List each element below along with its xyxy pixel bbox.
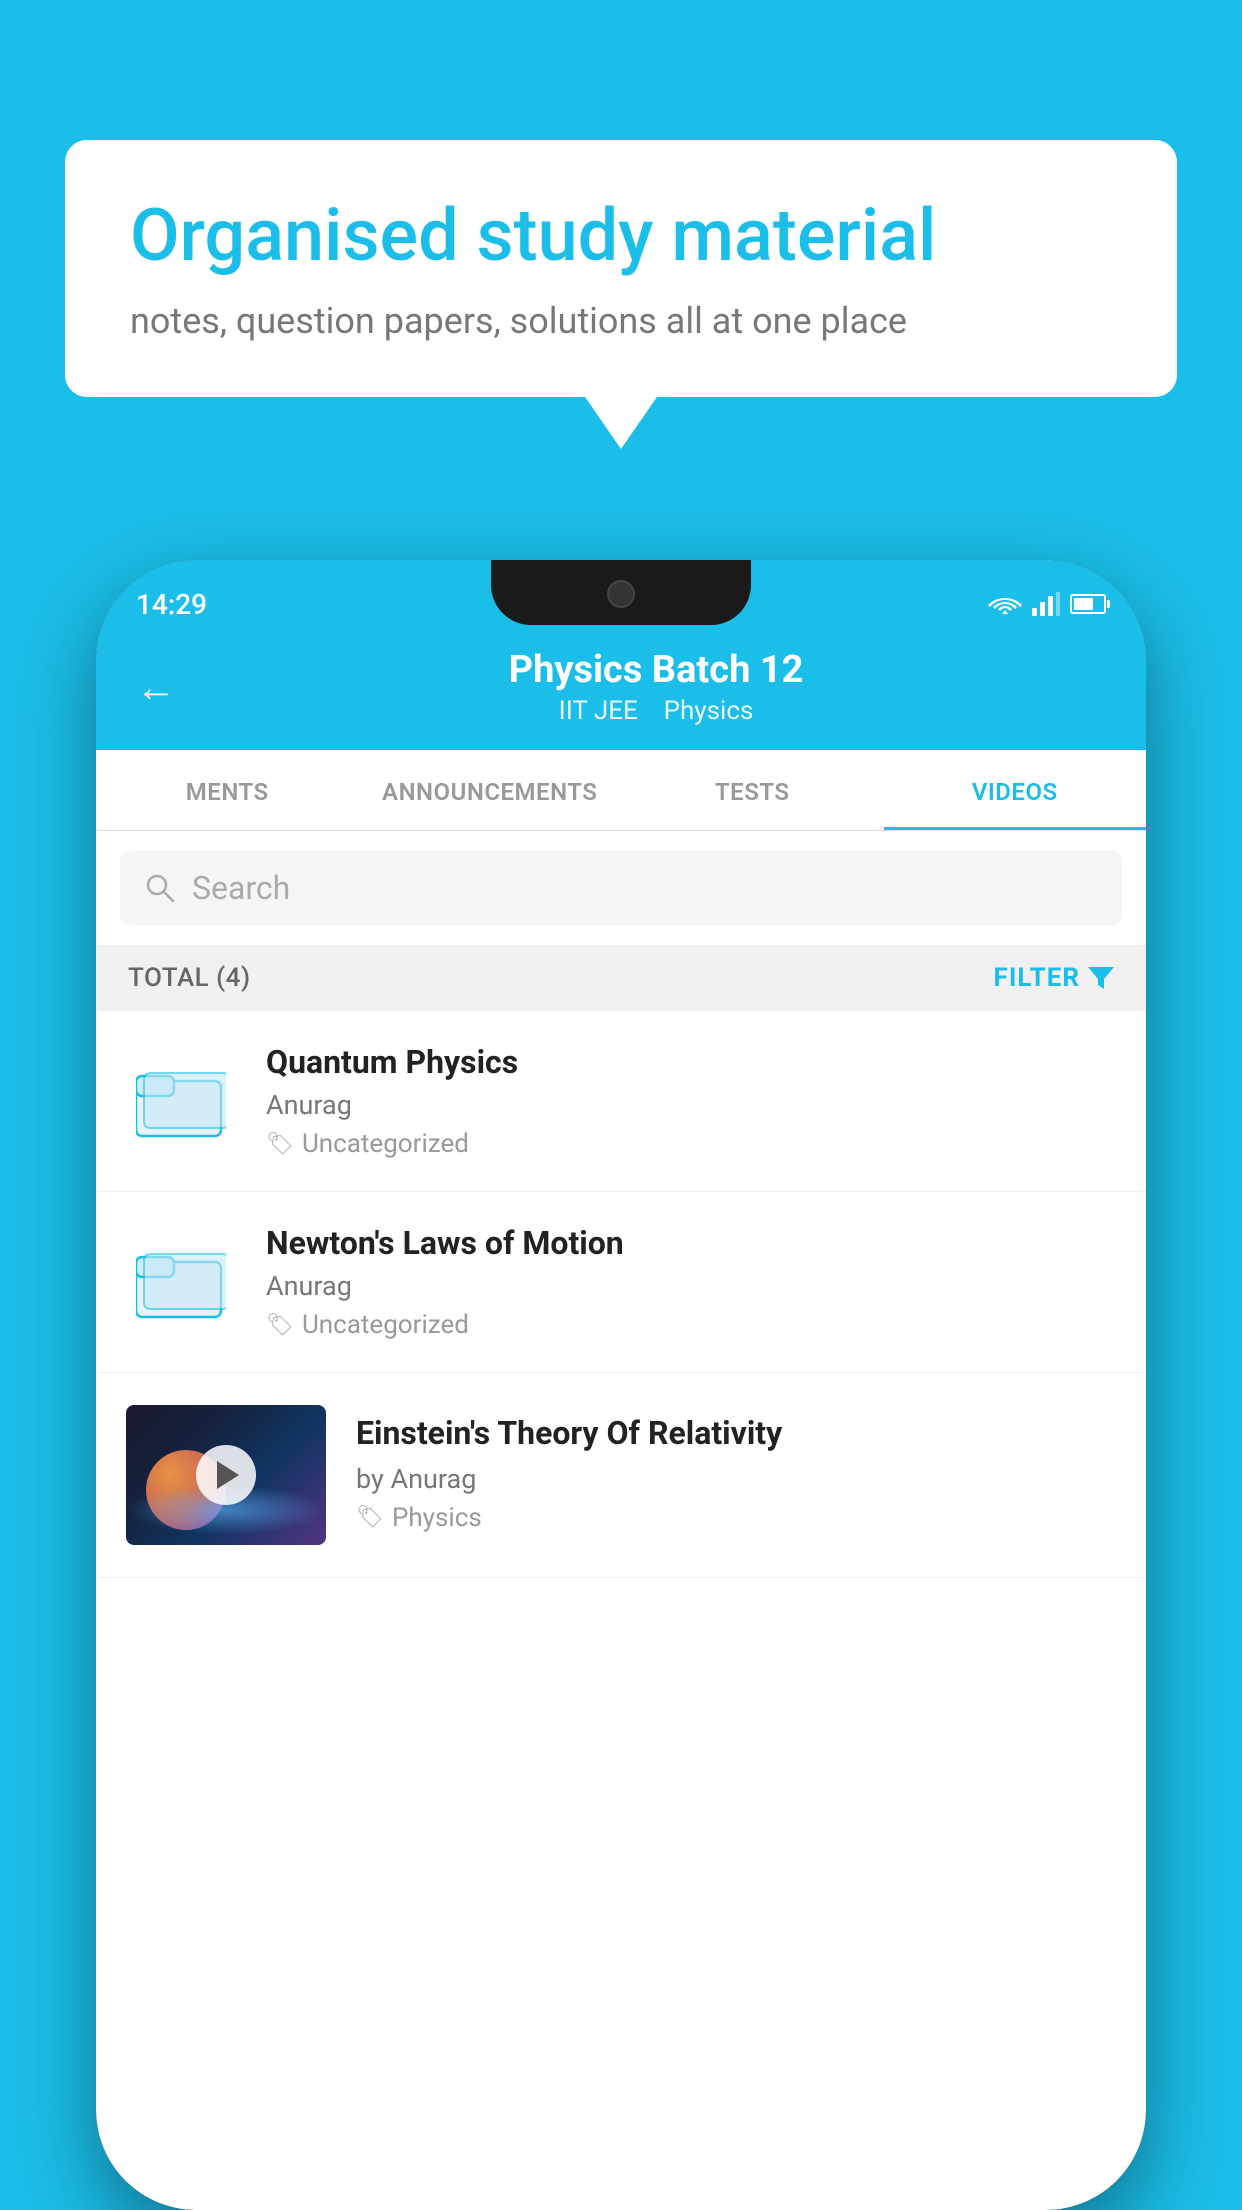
phone-camera [607,580,635,608]
tag-icon-1: 🏷 [266,1132,294,1157]
header-tag1: IIT JEE [559,696,638,726]
tab-videos[interactable]: VIDEOS [884,750,1147,830]
video-tag-2: 🏷 Uncategorized [266,1310,1116,1340]
phone-screen: 14:29 [96,560,1146,2210]
status-time: 14:29 [136,588,207,621]
back-button[interactable]: ← [136,664,176,711]
tabs-bar: MENTS ANNOUNCEMENTS TESTS VIDEOS [96,750,1146,831]
tab-announcements[interactable]: ANNOUNCEMENTS [359,750,622,830]
list-item[interactable]: Quantum Physics Anurag 🏷 Uncategorized [96,1011,1146,1192]
phone-notch [491,560,751,625]
list-item[interactable]: Newton's Laws of Motion Anurag 🏷 Uncateg… [96,1192,1146,1373]
speech-bubble: Organised study material notes, question… [65,140,1177,397]
video-author-3: by Anurag [356,1463,1116,1495]
search-placeholder: Search [192,869,290,907]
tab-ments[interactable]: MENTS [96,750,359,830]
tag-label-3: Physics [392,1503,482,1533]
header-title-area: Physics Batch 12 IIT JEE Physics [206,648,1106,726]
tag-icon-2: 🏷 [266,1313,294,1338]
search-container: Search [96,831,1146,945]
video-info-3: Einstein's Theory Of Relativity by Anura… [356,1405,1116,1533]
filter-icon [1088,967,1114,989]
tab-tests[interactable]: TESTS [621,750,884,830]
signal-icon [1032,592,1060,616]
video-title-1: Quantum Physics [266,1043,1116,1081]
filter-button[interactable]: FILTER [994,963,1114,993]
search-icon [144,872,176,904]
video-info-2: Newton's Laws of Motion Anurag 🏷 Uncateg… [266,1224,1116,1340]
video-tag-3: 🏷 Physics [356,1503,1116,1533]
filter-bar: TOTAL (4) FILTER [96,945,1146,1011]
video-title-2: Newton's Laws of Motion [266,1224,1116,1262]
phone-frame: 14:29 [96,560,1146,2210]
tag-label-1: Uncategorized [302,1129,469,1159]
speech-bubble-container: Organised study material notes, question… [65,140,1177,397]
tag-label-2: Uncategorized [302,1310,469,1340]
wifi-icon [988,592,1022,616]
play-triangle-icon [217,1461,239,1489]
folder-icon [136,1242,226,1322]
video-info-1: Quantum Physics Anurag 🏷 Uncategorized [266,1043,1116,1159]
speech-bubble-title: Organised study material [130,195,1112,278]
total-count: TOTAL (4) [128,963,251,993]
status-icons [988,592,1106,616]
folder-thumbnail-1 [126,1046,236,1156]
battery-icon [1070,594,1106,614]
list-item[interactable]: Einstein's Theory Of Relativity by Anura… [96,1373,1146,1578]
header-tag2: Physics [664,696,754,726]
video-list: Quantum Physics Anurag 🏷 Uncategorized [96,1011,1146,1578]
video-author-2: Anurag [266,1270,1116,1302]
battery-fill [1074,598,1093,610]
video-tag-1: 🏷 Uncategorized [266,1129,1116,1159]
search-box[interactable]: Search [120,851,1122,925]
app-header: ← Physics Batch 12 IIT JEE Physics [96,630,1146,750]
phone-container: 14:29 [96,560,1146,2210]
header-title: Physics Batch 12 [206,648,1106,692]
play-button[interactable] [196,1445,256,1505]
video-thumbnail-3 [126,1405,326,1545]
video-title-3: Einstein's Theory Of Relativity [356,1413,1116,1455]
speech-bubble-subtitle: notes, question papers, solutions all at… [130,300,1112,342]
folder-icon [136,1061,226,1141]
video-author-1: Anurag [266,1089,1116,1121]
header-subtitle: IIT JEE Physics [206,696,1106,726]
tag-icon-3: 🏷 [356,1505,384,1530]
folder-thumbnail-2 [126,1227,236,1337]
